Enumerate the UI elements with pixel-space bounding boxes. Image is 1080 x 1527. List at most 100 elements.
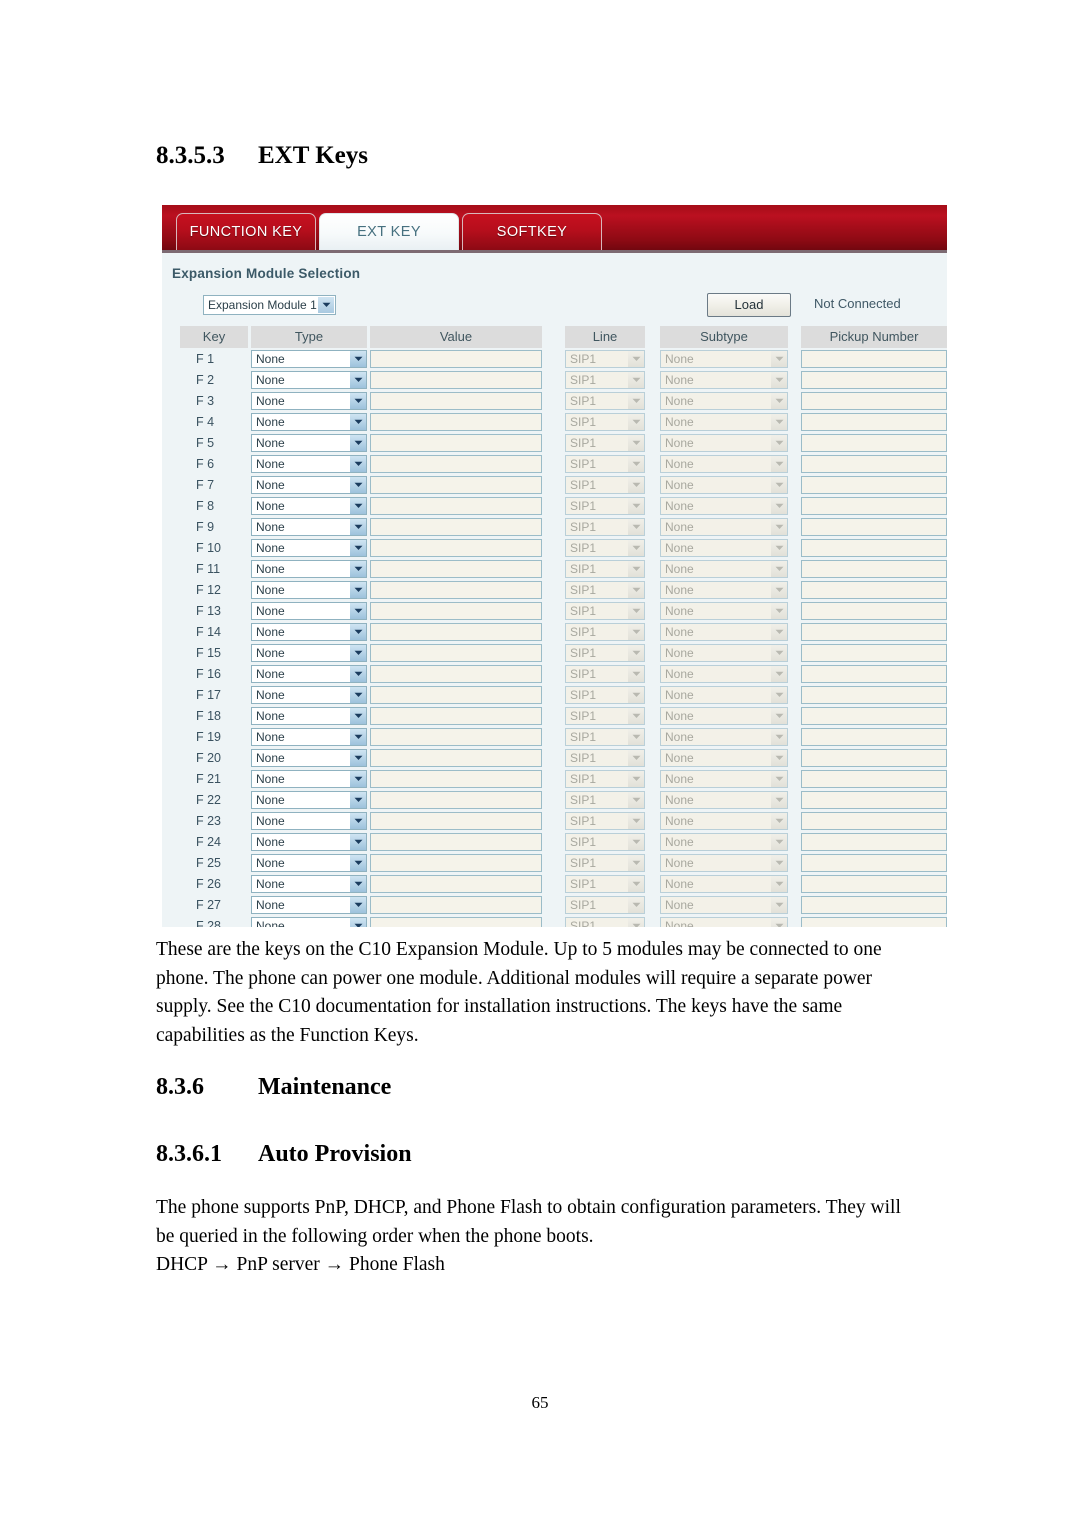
pickup-number-input[interactable] xyxy=(801,559,947,578)
value-input[interactable] xyxy=(370,748,542,767)
pickup-number-input[interactable] xyxy=(801,727,947,746)
pickup-number-input[interactable] xyxy=(801,622,947,641)
line-select[interactable]: SIP1 xyxy=(565,601,645,620)
subtype-select[interactable]: None xyxy=(660,643,788,662)
value-input[interactable] xyxy=(370,643,542,662)
value-input[interactable] xyxy=(370,706,542,725)
pickup-number-input[interactable] xyxy=(801,643,947,662)
pickup-number-input[interactable] xyxy=(801,664,947,683)
value-input[interactable] xyxy=(370,727,542,746)
value-input[interactable] xyxy=(370,475,542,494)
value-input[interactable] xyxy=(370,769,542,788)
subtype-select[interactable]: None xyxy=(660,349,788,368)
expansion-module-select[interactable]: Expansion Module 1 xyxy=(203,295,336,315)
line-select[interactable]: SIP1 xyxy=(565,832,645,851)
line-select[interactable]: SIP1 xyxy=(565,538,645,557)
value-input[interactable] xyxy=(370,622,542,641)
pickup-number-input[interactable] xyxy=(801,454,947,473)
value-input[interactable] xyxy=(370,601,542,620)
type-select[interactable]: None xyxy=(251,853,367,872)
type-select[interactable]: None xyxy=(251,643,367,662)
type-select[interactable]: None xyxy=(251,916,367,927)
subtype-select[interactable]: None xyxy=(660,853,788,872)
subtype-select[interactable]: None xyxy=(660,538,788,557)
subtype-select[interactable]: None xyxy=(660,496,788,515)
value-input[interactable] xyxy=(370,349,542,368)
line-select[interactable]: SIP1 xyxy=(565,685,645,704)
line-select[interactable]: SIP1 xyxy=(565,706,645,725)
subtype-select[interactable]: None xyxy=(660,769,788,788)
type-select[interactable]: None xyxy=(251,580,367,599)
subtype-select[interactable]: None xyxy=(660,454,788,473)
pickup-number-input[interactable] xyxy=(801,685,947,704)
line-select[interactable]: SIP1 xyxy=(565,916,645,927)
type-select[interactable]: None xyxy=(251,496,367,515)
pickup-number-input[interactable] xyxy=(801,517,947,536)
pickup-number-input[interactable] xyxy=(801,895,947,914)
type-select[interactable]: None xyxy=(251,559,367,578)
pickup-number-input[interactable] xyxy=(801,601,947,620)
type-select[interactable]: None xyxy=(251,727,367,746)
subtype-select[interactable]: None xyxy=(660,391,788,410)
pickup-number-input[interactable] xyxy=(801,433,947,452)
line-select[interactable]: SIP1 xyxy=(565,433,645,452)
type-select[interactable]: None xyxy=(251,454,367,473)
line-select[interactable]: SIP1 xyxy=(565,412,645,431)
pickup-number-input[interactable] xyxy=(801,916,947,927)
value-input[interactable] xyxy=(370,685,542,704)
pickup-number-input[interactable] xyxy=(801,349,947,368)
value-input[interactable] xyxy=(370,412,542,431)
pickup-number-input[interactable] xyxy=(801,748,947,767)
line-select[interactable]: SIP1 xyxy=(565,895,645,914)
subtype-select[interactable]: None xyxy=(660,370,788,389)
pickup-number-input[interactable] xyxy=(801,706,947,725)
subtype-select[interactable]: None xyxy=(660,517,788,536)
pickup-number-input[interactable] xyxy=(801,811,947,830)
subtype-select[interactable]: None xyxy=(660,412,788,431)
line-select[interactable]: SIP1 xyxy=(565,475,645,494)
type-select[interactable]: None xyxy=(251,412,367,431)
pickup-number-input[interactable] xyxy=(801,538,947,557)
type-select[interactable]: None xyxy=(251,832,367,851)
line-select[interactable]: SIP1 xyxy=(565,727,645,746)
line-select[interactable]: SIP1 xyxy=(565,853,645,872)
subtype-select[interactable]: None xyxy=(660,433,788,452)
line-select[interactable]: SIP1 xyxy=(565,454,645,473)
value-input[interactable] xyxy=(370,370,542,389)
tab-function-key[interactable]: FUNCTION KEY xyxy=(176,213,316,250)
line-select[interactable]: SIP1 xyxy=(565,391,645,410)
tab-softkey[interactable]: SOFTKEY xyxy=(462,213,602,250)
line-select[interactable]: SIP1 xyxy=(565,874,645,893)
type-select[interactable]: None xyxy=(251,664,367,683)
pickup-number-input[interactable] xyxy=(801,853,947,872)
value-input[interactable] xyxy=(370,790,542,809)
type-select[interactable]: None xyxy=(251,895,367,914)
type-select[interactable]: None xyxy=(251,685,367,704)
subtype-select[interactable]: None xyxy=(660,832,788,851)
value-input[interactable] xyxy=(370,664,542,683)
line-select[interactable]: SIP1 xyxy=(565,496,645,515)
pickup-number-input[interactable] xyxy=(801,832,947,851)
line-select[interactable]: SIP1 xyxy=(565,748,645,767)
value-input[interactable] xyxy=(370,391,542,410)
line-select[interactable]: SIP1 xyxy=(565,517,645,536)
line-select[interactable]: SIP1 xyxy=(565,811,645,830)
pickup-number-input[interactable] xyxy=(801,769,947,788)
subtype-select[interactable]: None xyxy=(660,685,788,704)
subtype-select[interactable]: None xyxy=(660,874,788,893)
line-select[interactable]: SIP1 xyxy=(565,790,645,809)
subtype-select[interactable]: None xyxy=(660,601,788,620)
subtype-select[interactable]: None xyxy=(660,580,788,599)
line-select[interactable]: SIP1 xyxy=(565,664,645,683)
subtype-select[interactable]: None xyxy=(660,916,788,927)
subtype-select[interactable]: None xyxy=(660,727,788,746)
pickup-number-input[interactable] xyxy=(801,475,947,494)
type-select[interactable]: None xyxy=(251,517,367,536)
subtype-select[interactable]: None xyxy=(660,748,788,767)
value-input[interactable] xyxy=(370,811,542,830)
value-input[interactable] xyxy=(370,517,542,536)
value-input[interactable] xyxy=(370,916,542,927)
type-select[interactable]: None xyxy=(251,706,367,725)
type-select[interactable]: None xyxy=(251,790,367,809)
type-select[interactable]: None xyxy=(251,349,367,368)
